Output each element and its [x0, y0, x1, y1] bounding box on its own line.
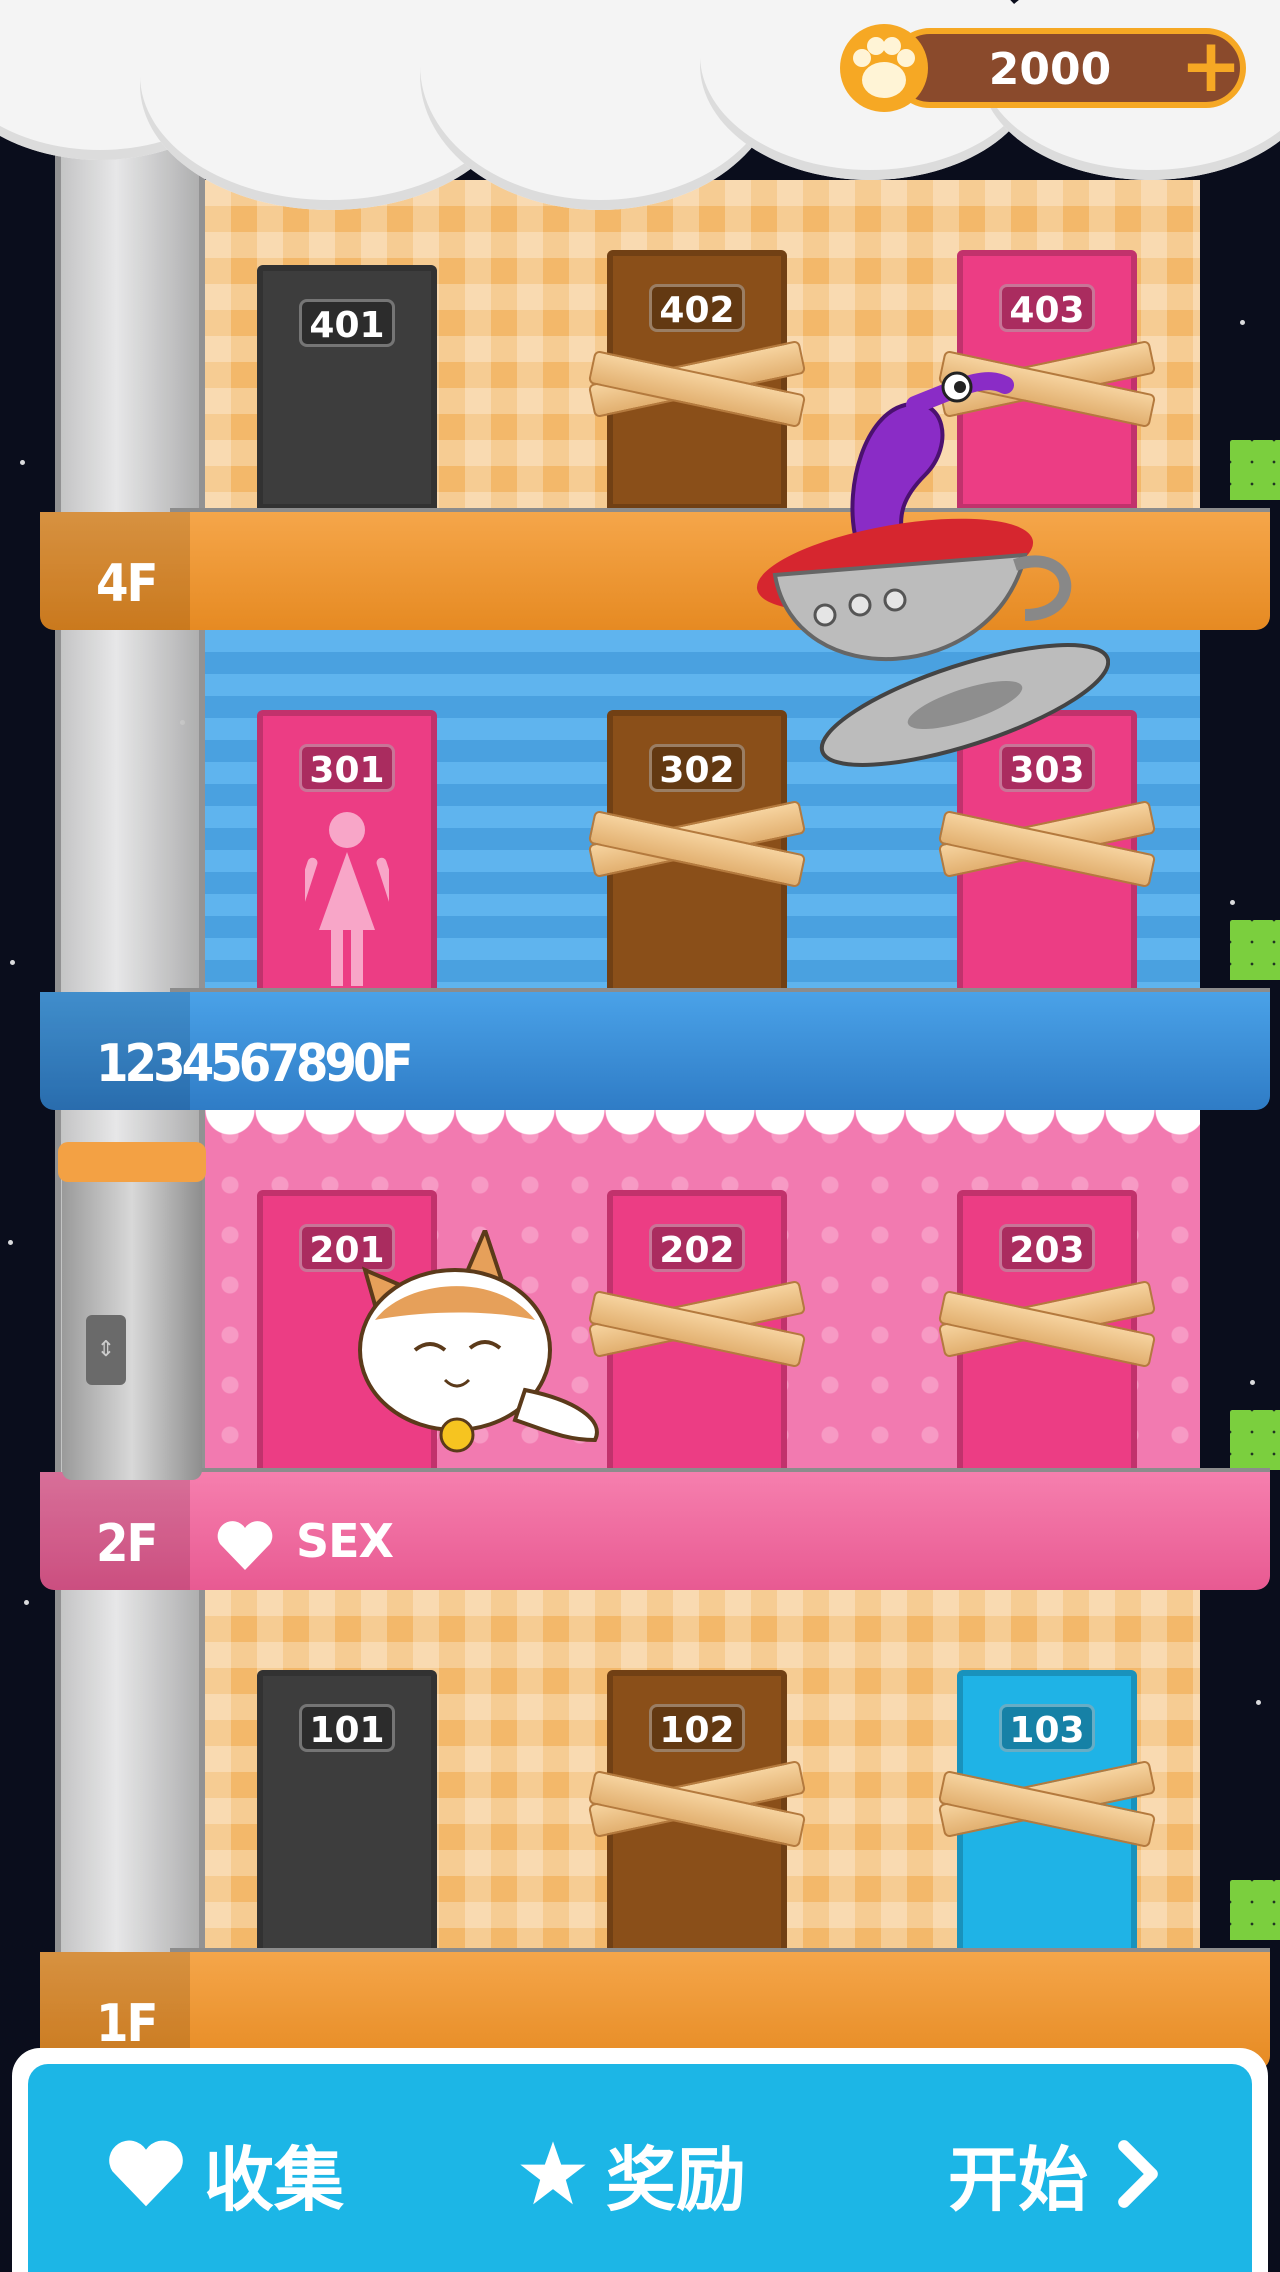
door-103-boarded[interactable]: 103 — [937, 1670, 1157, 1960]
woman-restroom-icon — [305, 812, 389, 986]
chevron-right-icon — [1118, 2140, 1158, 2208]
heart-icon — [217, 1521, 273, 1570]
door-number: 202 — [649, 1224, 745, 1272]
collect-label: 收集 — [204, 2138, 344, 2221]
floor-bar-3f: 1234567890F — [40, 992, 1270, 1110]
bush-decoration — [1230, 920, 1280, 980]
door-number: 401 — [299, 299, 395, 347]
door-301[interactable]: 301 — [257, 710, 437, 1000]
door-number: 302 — [649, 744, 745, 792]
bush-decoration — [1230, 1880, 1280, 1940]
floor-tag: SEX — [296, 1514, 394, 1568]
floor-label: 1F — [96, 1994, 159, 2054]
floor-label: 4F — [96, 554, 159, 614]
floor-1-room: 101 102 103 — [205, 1590, 1200, 1960]
door-203-boarded[interactable]: 203 — [937, 1190, 1157, 1480]
elevator-call-button[interactable]: ⇕ — [86, 1315, 126, 1385]
cat-character[interactable] — [345, 1230, 620, 1470]
add-currency-button[interactable]: + — [1180, 29, 1242, 103]
door-number: 402 — [649, 284, 745, 332]
currency-amount: 2000 — [988, 44, 1112, 95]
door-number: 203 — [999, 1224, 1095, 1272]
heart-icon — [109, 2140, 183, 2207]
alien-teacup-character[interactable] — [735, 365, 1110, 825]
door-number: 301 — [299, 744, 395, 792]
paw-icon — [840, 24, 928, 112]
door-number: 101 — [299, 1704, 395, 1752]
floor-label: 1234567890F — [96, 1034, 413, 1094]
rewards-button[interactable]: 奖励 — [518, 2124, 746, 2224]
door-number: 403 — [999, 284, 1095, 332]
door-202-boarded[interactable]: 202 — [587, 1190, 807, 1480]
currency-counter: 2000 + — [830, 22, 1254, 114]
door-number: 102 — [649, 1704, 745, 1752]
elevator-car[interactable]: ⇕ — [58, 1142, 206, 1480]
door-102-boarded[interactable]: 102 — [587, 1670, 807, 1960]
door-101[interactable]: 101 — [257, 1670, 437, 1960]
scalloped-trim — [205, 1110, 1200, 1156]
rewards-label: 奖励 — [606, 2138, 746, 2221]
door-number: 103 — [999, 1704, 1095, 1752]
start-button[interactable]: 开始 — [948, 2124, 1186, 2224]
star-icon — [520, 2141, 586, 2205]
start-label: 开始 — [948, 2138, 1088, 2221]
floor-bar-2f: 2F SEX — [40, 1472, 1270, 1590]
bush-decoration — [1230, 440, 1280, 500]
bush-decoration — [1230, 1410, 1280, 1470]
door-401[interactable]: 401 — [257, 265, 437, 510]
floor-label: 2F — [96, 1514, 159, 1574]
bottom-nav-panel: 收集 奖励 开始 — [12, 2048, 1268, 2272]
collect-button[interactable]: 收集 — [106, 2124, 344, 2224]
